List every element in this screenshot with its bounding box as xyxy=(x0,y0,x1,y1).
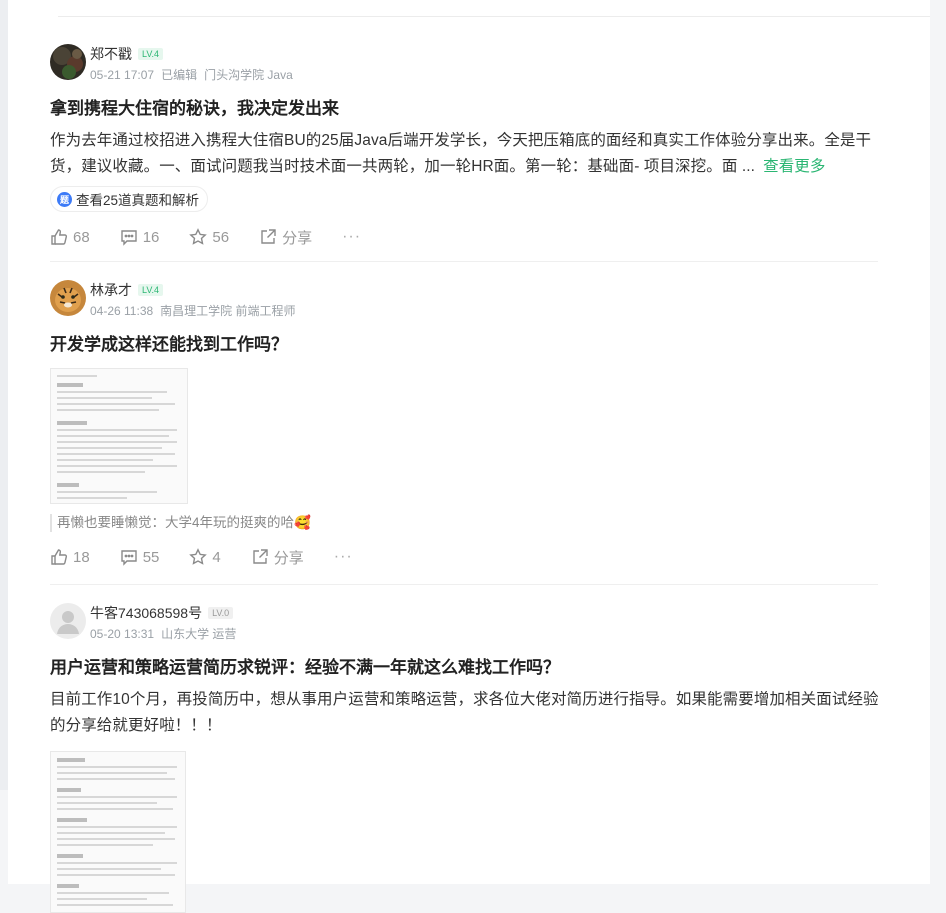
share-icon xyxy=(261,229,276,244)
post-image-thumbnail[interactable] xyxy=(50,751,186,913)
post-date: 05-21 17:07 xyxy=(90,68,155,82)
top-comment-quote[interactable]: 再懒也要睡懒觉：大学4年玩的挺爽的哈🥰 xyxy=(50,514,888,532)
username[interactable]: 牛客743068598号 xyxy=(90,603,202,623)
level-badge: LV.4 xyxy=(138,284,164,296)
post-card: 林承才 LV.4 04-26 11:38 南昌理工学院 前端工程师 开发学成这样还… xyxy=(50,280,888,568)
edited-tag: 已编辑 xyxy=(161,68,198,82)
share-button[interactable]: 分享 xyxy=(259,227,312,248)
post-actions: 68 16 56 分享 ··· xyxy=(50,226,888,248)
comment-button[interactable]: 55 xyxy=(120,548,160,566)
post-excerpt[interactable]: 目前工作10个月，再投简历中，想从事用户运营和策略运营，求各位大佬对简历进行指导… xyxy=(50,687,888,739)
post-date: 05-20 13:31 xyxy=(90,627,155,641)
user-affiliation: 南昌理工学院 前端工程师 xyxy=(160,304,296,318)
post-header: 牛客743068598号 LV.0 05-20 13:31 山东大学 运营 xyxy=(50,603,888,643)
username[interactable]: 林承才 xyxy=(90,280,132,300)
avatar[interactable] xyxy=(50,280,86,316)
like-button[interactable]: 68 xyxy=(50,228,90,246)
left-rail xyxy=(0,0,8,790)
comment-icon xyxy=(120,230,137,246)
comment-count: 16 xyxy=(142,228,160,246)
post-divider xyxy=(50,261,878,262)
more-icon[interactable]: ··· xyxy=(334,548,353,566)
favorite-button[interactable]: 4 xyxy=(189,548,221,566)
right-gutter xyxy=(930,0,946,884)
post-meta: 05-20 13:31 山东大学 运营 xyxy=(90,625,243,642)
post-title[interactable]: 用户运营和策略运营简历求锐评：经验不满一年就这么难找工作吗？ xyxy=(50,657,888,679)
like-count: 68 xyxy=(73,228,90,246)
user-affiliation: 山东大学 运营 xyxy=(161,627,237,641)
feed-top-divider xyxy=(58,16,930,17)
post-divider xyxy=(50,584,878,585)
post-title[interactable]: 拿到携程大住宿的秘诀，我决定发出来 xyxy=(50,98,888,120)
comment-button[interactable]: 16 xyxy=(120,228,160,246)
avatar[interactable] xyxy=(50,44,86,80)
favorite-count: 56 xyxy=(212,228,230,246)
more-icon[interactable]: ··· xyxy=(342,228,361,246)
post-header: 林承才 LV.4 04-26 11:38 南昌理工学院 前端工程师 xyxy=(50,280,888,320)
username[interactable]: 郑不戳 xyxy=(90,44,132,64)
post-meta: 05-21 17:07 已编辑 门头沟学院 Java xyxy=(90,66,300,83)
post-excerpt[interactable]: 作为去年通过校招进入携程大住宿BU的25届Java后端开发学长，今天把压箱底的面… xyxy=(50,128,888,180)
favorite-button[interactable]: 56 xyxy=(189,228,229,246)
question-bank-label: 查看25道真题和解析 xyxy=(76,193,200,208)
post-header: 郑不戳 LV.4 05-21 17:07 已编辑 门头沟学院 Java xyxy=(50,44,888,84)
share-button[interactable]: 分享 xyxy=(251,547,304,568)
share-icon xyxy=(253,549,268,564)
share-label: 分享 xyxy=(273,549,304,567)
post-meta: 04-26 11:38 南昌理工学院 前端工程师 xyxy=(90,302,303,319)
share-label: 分享 xyxy=(282,229,313,247)
comment-icon xyxy=(120,550,137,566)
like-icon xyxy=(51,229,68,245)
avatar[interactable] xyxy=(50,603,86,639)
user-affiliation: 门头沟学院 Java xyxy=(204,68,293,82)
post-title[interactable]: 开发学成这样还能找到工作吗？ xyxy=(50,334,888,356)
post-date: 04-26 11:38 xyxy=(90,304,154,318)
level-badge: LV.4 xyxy=(138,48,164,60)
like-button[interactable]: 18 xyxy=(50,548,90,566)
favorite-count: 4 xyxy=(212,548,221,566)
star-icon xyxy=(189,548,208,565)
post-card: 郑不戳 LV.4 05-21 17:07 已编辑 门头沟学院 Java 拿到携程大住… xyxy=(50,44,888,248)
like-count: 18 xyxy=(73,548,90,566)
post-card: 牛客743068598号 LV.0 05-20 13:31 山东大学 运营 用户运… xyxy=(50,603,888,913)
star-icon xyxy=(189,228,208,245)
comment-count: 55 xyxy=(142,548,160,566)
question-bank-pill[interactable]: 题 查看25道真题和解析 xyxy=(50,186,209,212)
like-icon xyxy=(51,549,68,565)
post-image-thumbnail[interactable] xyxy=(50,368,188,504)
level-badge: LV.0 xyxy=(208,607,234,619)
post-actions: 18 55 4 分享 ··· xyxy=(50,546,888,568)
read-more-link[interactable]: 查看更多 xyxy=(763,158,825,175)
post-excerpt-text: 作为去年通过校招进入携程大住宿BU的25届Java后端开发学长，今天把压箱底的面… xyxy=(50,132,872,175)
question-bank-icon: 题 xyxy=(57,191,72,207)
